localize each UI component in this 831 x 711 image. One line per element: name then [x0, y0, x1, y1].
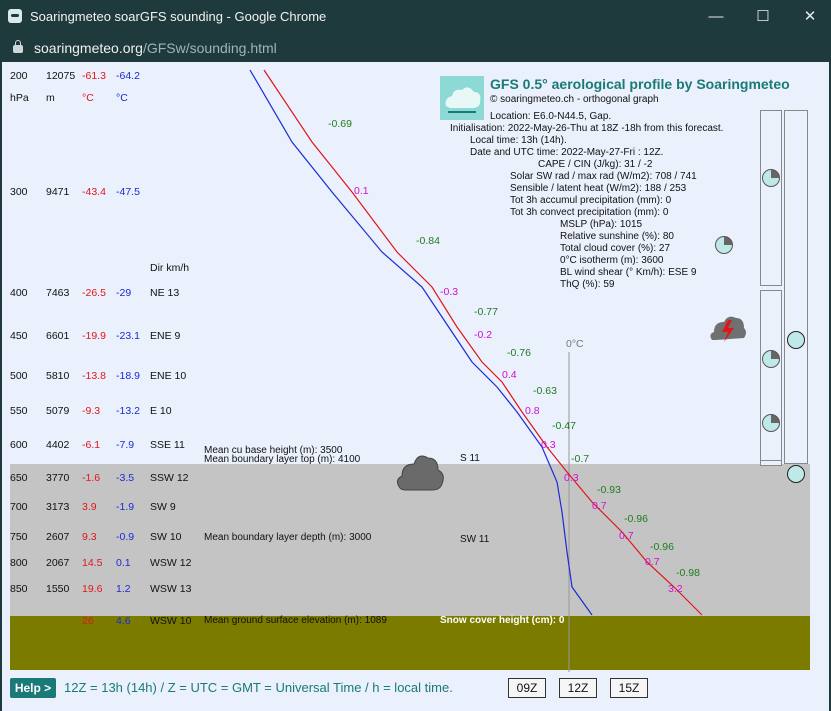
param-accum-precip: Tot 3h accumul precipitation (mm): 0 [510, 195, 672, 206]
diff-label: 0.7 [592, 500, 607, 512]
wind-s11-text: S 11 [460, 453, 480, 464]
initialisation-text: Initialisation: 2022-May-26-Thu at 18Z -… [450, 123, 724, 134]
snow-text: Snow cover height (cm): 0 [440, 615, 565, 626]
diff-label: -0.3 [440, 286, 459, 298]
minimize-button[interactable]: — [704, 6, 728, 28]
sounding-graph [249, 69, 703, 672]
diff-label: 0.8 [525, 405, 540, 417]
param-convect-precip: Tot 3h convect precipitation (mm): 0 [510, 207, 669, 218]
diff-label: 0.7 [619, 530, 634, 542]
lapse-rate-label: -0.96 [624, 513, 648, 525]
diff-label: 3.2 [668, 583, 683, 595]
soaringmeteo-logo [440, 76, 484, 120]
slider-knob-lower[interactable] [787, 465, 805, 483]
title-bar: Soaringmeteo soarGFS sounding - Google C… [0, 0, 831, 34]
sounding-page: 200 12075 -61.3 -64.2 hPa m °C °C Dir km… [2, 62, 829, 711]
cloud-icon [394, 450, 446, 501]
url-text[interactable]: soaringmeteo.org/GFSw/sounding.html [34, 40, 277, 56]
pie-cloud-cover-icon [762, 414, 780, 432]
lapse-rate-label: -0.96 [650, 541, 674, 553]
param-solar: Solar SW rad / max rad (W/m2): 708 / 741 [510, 171, 697, 182]
lapse-rate-label: -0.69 [328, 118, 352, 130]
cloud-cover-panel-2 [760, 290, 782, 464]
ground-elev-text: Mean ground surface elevation (m): 1089 [204, 615, 387, 626]
gfs-title: GFS 0.5° aerological profile by Soaringm… [490, 76, 790, 92]
diff-label: 0.3 [564, 472, 579, 484]
diff-label: 0.1 [354, 185, 369, 197]
zero-c-label: 0°C [566, 338, 584, 350]
time-12z-button[interactable]: 12Z [559, 678, 597, 698]
lapse-rate-label: -0.47 [552, 420, 576, 432]
param-thq: ThQ (%): 59 [560, 279, 615, 290]
help-button[interactable]: Help > [10, 678, 56, 698]
location-text: Location: E6.0-N44.5, Gap. [490, 111, 612, 122]
bl-depth-text: Mean boundary layer depth (m): 3000 [204, 532, 372, 543]
local-time-text: Local time: 13h (14h). [470, 135, 567, 146]
time-09z-button[interactable]: 09Z [508, 678, 546, 698]
url-path: /GFSw/sounding.html [142, 40, 277, 56]
param-mslp: MSLP (hPa): 1015 [560, 219, 643, 230]
time-15z-button[interactable]: 15Z [610, 678, 648, 698]
lapse-rate-label: -0.77 [474, 306, 498, 318]
param-sunshine: Relative sunshine (%): 80 [560, 231, 674, 242]
lapse-rate-label: -0.76 [507, 347, 531, 359]
lapse-rate-label: -0.84 [416, 235, 440, 247]
pie-cloud-cover-icon [762, 169, 780, 187]
wind-panel [784, 110, 808, 464]
diff-label: 0.4 [502, 369, 517, 381]
lapse-rate-label: -0.7 [571, 453, 590, 465]
maximize-button[interactable]: ☐ [751, 6, 775, 28]
cloud-cover-panel-1 [760, 110, 782, 286]
gfs-subtitle: © soaringmeteo.ch - orthogonal graph [490, 94, 659, 105]
param-cape: CAPE / CIN (J/kg): 31 / -2 [538, 159, 653, 170]
slider-knob-upper[interactable] [787, 331, 805, 349]
date-utc-text: Date and UTC time: 2022-May-27-Fri : 12Z… [470, 147, 664, 158]
close-button[interactable]: ✕ [798, 6, 822, 28]
param-cloud-cover: Total cloud cover (%): 27 [560, 243, 671, 254]
window-title: Soaringmeteo soarGFS sounding - Google C… [30, 9, 327, 24]
lock-icon [13, 40, 23, 53]
diff-label: -0.2 [474, 329, 493, 341]
lapse-rate-label: -0.63 [533, 385, 557, 397]
app-icon [8, 9, 22, 23]
footer: Help > 12Z = 13h (14h) / Z = UTC = GMT =… [2, 672, 829, 711]
footer-text: 12Z = 13h (14h) / Z = UTC = GMT = Univer… [64, 680, 453, 695]
param-wind-shear: BL wind shear (° Km/h): ESE 9 [560, 267, 697, 278]
cloud-cover-panel-3 [760, 460, 782, 466]
address-bar[interactable]: soaringmeteo.org/GFSw/sounding.html [0, 34, 831, 62]
lapse-rate-label: -0.98 [676, 567, 700, 579]
param-heat: Sensible / latent heat (W/m2): 188 / 253 [510, 183, 687, 194]
bl-top-text: Mean boundary layer top (m): 4100 [204, 454, 361, 465]
diff-label: 0.3 [541, 439, 556, 451]
url-domain: soaringmeteo.org [34, 40, 143, 56]
pie-cloud-cover-icon [715, 236, 733, 254]
param-isotherm: 0°C isotherm (m): 3600 [560, 255, 664, 266]
wind-sw11-text: SW 11 [460, 534, 490, 545]
thunderstorm-icon [708, 312, 748, 351]
diff-label: 0.7 [645, 556, 660, 568]
pie-cloud-cover-icon [762, 350, 780, 368]
lapse-rate-label: -0.93 [597, 484, 621, 496]
